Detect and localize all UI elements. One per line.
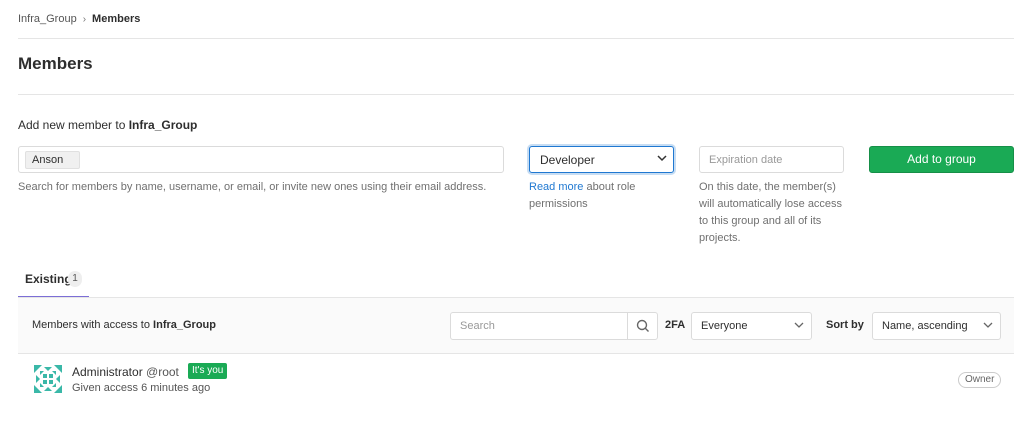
add-member-heading: Add new member to Infra_Group [18,118,197,132]
chevron-down-icon [794,322,804,328]
sort-select[interactable]: Name, ascending [872,312,1001,340]
twofa-label: 2FA [665,319,686,331]
add-to-group-button[interactable]: Add to group [869,146,1014,173]
members-list-title-prefix: Members with access to [32,319,154,331]
chevron-down-icon [657,155,667,162]
add-member-heading-group: Infra_Group [128,118,198,132]
divider [18,94,1014,95]
access-level-help: Read more about role permissions [529,179,679,213]
member-name[interactable]: Administrator @root [72,365,179,379]
member-access-time: Given access 6 minutes ago [72,382,211,394]
twofa-filter-value: Everyone [701,320,748,332]
members-filter-bar: Members with access to Infra_Group Searc… [18,298,1014,354]
sort-label: Sort by [826,319,864,331]
divider [18,38,1014,39]
members-list-title-group: Infra_Group [153,319,216,331]
sort-value: Name, ascending [882,320,968,332]
member-row: Administrator @root It's you Given acces… [18,355,1014,405]
tab-existing[interactable]: Existing 1 [18,262,89,298]
selected-member-token[interactable]: Anson [25,151,80,169]
chevron-down-icon [983,322,993,328]
search-icon [636,319,649,332]
member-username: @root [146,365,179,379]
search-button[interactable] [627,313,657,339]
access-level-value: Developer [540,153,595,167]
members-search-placeholder: Search [460,320,495,332]
twofa-filter-select[interactable]: Everyone [691,312,812,340]
role-badge: Owner [958,372,1002,388]
its-you-badge: It's you [188,363,228,379]
read-more-link[interactable]: Read more [529,181,583,193]
members-page: Infra_Group › Members Members Add new me… [18,0,1014,421]
tab-existing-label: Existing [25,272,72,286]
member-search-help: Search for members by name, username, or… [18,181,487,193]
breadcrumb: Infra_Group › Members [18,13,140,25]
member-display-name: Administrator [72,365,143,379]
members-search-input[interactable]: Search [450,312,658,340]
members-list-title: Members with access to Infra_Group [32,319,216,331]
expiration-help: On this date, the member(s) will automat… [699,181,843,244]
add-member-heading-prefix: Add new member to [18,118,129,132]
chevron-right-icon: › [82,13,87,25]
page-title: Members [18,54,93,73]
expiration-date-input[interactable]: Expiration date [699,146,844,173]
breadcrumb-group-link[interactable]: Infra_Group [18,13,77,25]
access-level-select[interactable]: Developer [529,146,674,173]
avatar[interactable] [32,363,64,395]
member-search-input[interactable]: Anson [18,146,504,173]
tab-existing-count: 1 [68,271,82,287]
breadcrumb-current[interactable]: Members [92,13,140,25]
